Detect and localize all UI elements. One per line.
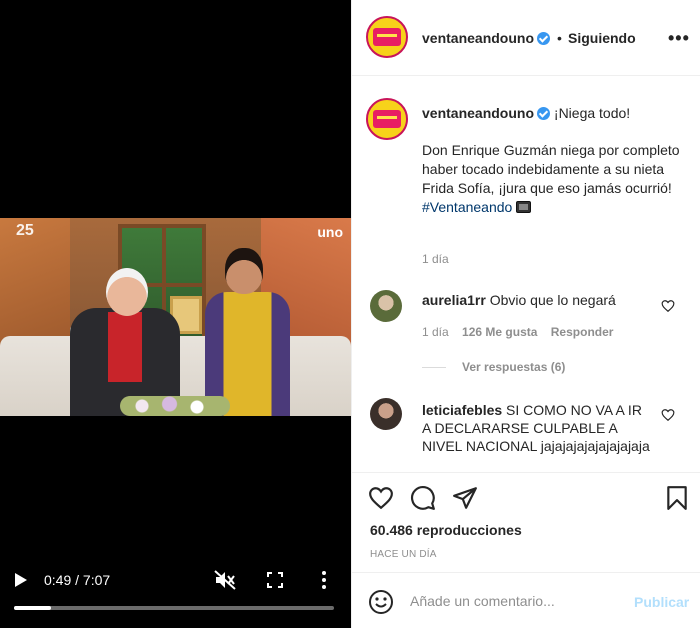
reply-button[interactable]: Responder <box>551 325 614 339</box>
post-actions: 60.486 reproducciones HACE UN DÍA <box>352 472 700 572</box>
like-comment-heart-icon[interactable] <box>661 408 675 422</box>
comment-username[interactable]: aurelia1rr <box>422 292 486 308</box>
verified-badge-icon <box>537 32 551 45</box>
comment-avatar[interactable] <box>370 290 402 322</box>
publish-button[interactable]: Publicar <box>634 594 689 610</box>
view-count[interactable]: 60.486 reproducciones <box>370 522 522 538</box>
emoji-smiley-icon[interactable] <box>368 589 394 615</box>
set-flowers <box>120 396 230 416</box>
video-frame[interactable]: 25 uno <box>0 218 351 416</box>
post-caption: ventaneandouno ¡Niega todo! Don Enrique … <box>422 104 692 217</box>
video-progress-bar[interactable] <box>14 606 334 610</box>
comment-age: 1 día <box>422 325 449 339</box>
channel-anniversary-logo: 25 <box>16 222 34 239</box>
following-button[interactable]: Siguiendo <box>568 30 636 46</box>
verified-badge-icon <box>537 107 551 120</box>
caption-username[interactable]: ventaneandouno <box>422 105 534 121</box>
share-paper-plane-icon[interactable] <box>452 485 478 511</box>
fullscreen-icon[interactable] <box>267 572 283 588</box>
comment-input[interactable] <box>410 587 620 615</box>
comment-text: Obvio que lo negará <box>489 292 616 308</box>
account-username[interactable]: ventaneandouno <box>422 30 534 46</box>
play-icon[interactable] <box>14 572 28 588</box>
header-separator: • <box>557 30 562 46</box>
volume-muted-icon[interactable] <box>214 570 236 590</box>
comment-bubble-icon[interactable] <box>410 485 436 511</box>
like-heart-icon[interactable] <box>368 485 394 511</box>
video-progress-fill <box>14 606 51 610</box>
tv-emoji-icon <box>516 201 532 213</box>
post-sidebar: ventaneandouno • Siguiendo ••• ventanean… <box>351 0 700 628</box>
more-vertical-icon[interactable] <box>320 570 328 590</box>
comment-username[interactable]: leticiafebles <box>422 402 502 418</box>
add-comment-bar: Publicar <box>352 572 700 628</box>
video-controls: 0:49 / 7:07 <box>0 560 351 628</box>
view-replies-button[interactable]: Ver respuestas (6) <box>422 360 565 374</box>
comment-likes[interactable]: 126 Me gusta <box>462 325 537 339</box>
more-options-icon[interactable]: ••• <box>668 29 690 47</box>
video-player[interactable]: 25 uno 0:49 / 7:07 <box>0 0 351 628</box>
caption-body: Don Enrique Guzmán niega por completo ha… <box>422 142 680 196</box>
host-woman <box>205 248 290 416</box>
channel-uno-logo: uno <box>317 224 343 240</box>
video-time: 0:49 / 7:07 <box>44 572 111 588</box>
caption-age: 1 día <box>422 252 449 266</box>
comment: aurelia1rr Obvio que lo negará <box>422 291 662 309</box>
comment-meta: 1 día 126 Me gusta Responder <box>422 325 623 339</box>
set-wall-left <box>0 218 70 348</box>
like-comment-heart-icon[interactable] <box>661 299 675 313</box>
caption-hashtag[interactable]: #Ventaneando <box>422 199 512 215</box>
post-time-ago: HACE UN DÍA <box>370 549 437 560</box>
caption-avatar[interactable] <box>366 98 408 140</box>
post-header: ventaneandouno • Siguiendo ••• <box>352 0 700 76</box>
account-avatar[interactable] <box>366 16 408 58</box>
save-bookmark-icon[interactable] <box>664 485 690 511</box>
comment: leticiafebles SI COMO NO VA A IR A DECLA… <box>422 401 652 471</box>
guest-man <box>70 268 180 416</box>
caption-headline: ¡Niega todo! <box>553 105 631 121</box>
comment-avatar[interactable] <box>370 398 402 430</box>
